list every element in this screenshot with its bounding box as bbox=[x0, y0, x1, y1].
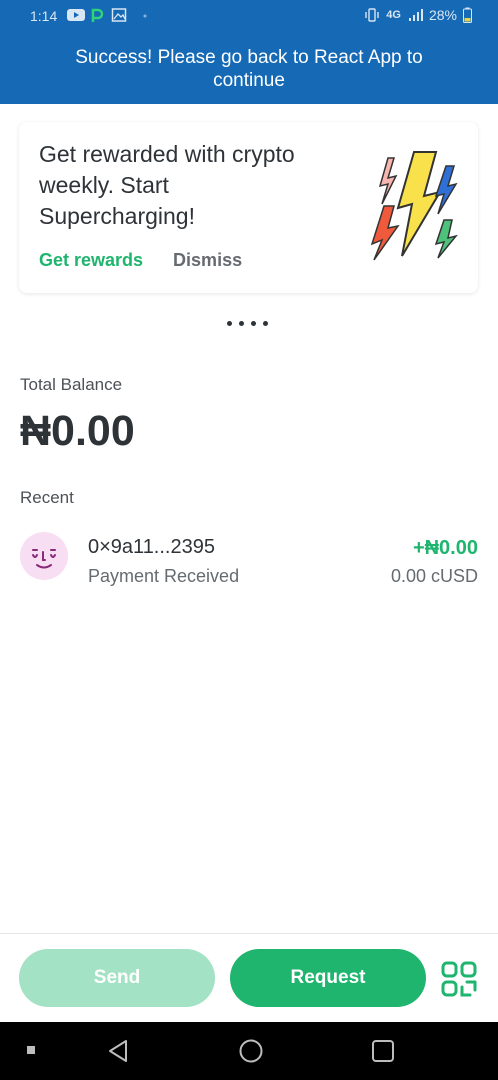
dismiss-button[interactable]: Dismiss bbox=[173, 250, 242, 271]
transaction-amount: +₦0.00 bbox=[412, 537, 478, 559]
battery-icon bbox=[463, 7, 472, 23]
bottom-divider bbox=[0, 933, 498, 934]
carousel-dot bbox=[239, 321, 244, 326]
battery-percent: 28% bbox=[428, 7, 457, 23]
vibrate-icon bbox=[365, 8, 379, 22]
send-button[interactable]: Send bbox=[19, 949, 215, 1007]
transaction-address: 0×9a11...2395 bbox=[88, 536, 215, 558]
youtube-icon bbox=[67, 9, 85, 21]
reward-card: Get rewarded with crypto weekly. Start S… bbox=[19, 122, 478, 293]
reward-card-actions: Get rewards Dismiss bbox=[39, 250, 242, 271]
total-balance-amount: ₦0.00 bbox=[20, 407, 135, 455]
status-bar: 1:14 4G 28% bbox=[0, 0, 498, 32]
avatar bbox=[20, 532, 68, 580]
status-right: 4G 28% bbox=[364, 7, 472, 23]
avatar-face-icon bbox=[32, 549, 56, 569]
status-time: 1:14 bbox=[30, 8, 58, 24]
header: 1:14 4G 28% Success! Please go back to R… bbox=[0, 0, 498, 104]
carousel-dot bbox=[251, 321, 256, 326]
recent-label: Recent bbox=[20, 488, 74, 507]
transaction-amount-cusd: 0.00 cUSD bbox=[390, 566, 478, 586]
signal-icon bbox=[408, 9, 423, 21]
transaction-description: Payment Received bbox=[88, 566, 240, 586]
success-banner: Success! Please go back to React App to … bbox=[75, 47, 423, 91]
qr-scan-icon[interactable] bbox=[441, 961, 477, 997]
back-icon[interactable] bbox=[106, 1038, 132, 1064]
reward-card-text: Get rewarded with crypto weekly. Start S… bbox=[39, 141, 295, 229]
nav-menu-dot-icon[interactable] bbox=[27, 1046, 35, 1054]
carousel-dot bbox=[263, 321, 268, 326]
request-button[interactable]: Request bbox=[230, 949, 426, 1007]
transaction-row[interactable]: 0×9a11...2395 Payment Received +₦0.00 0.… bbox=[0, 526, 498, 592]
carousel-dot bbox=[227, 321, 232, 326]
carousel-dots[interactable] bbox=[227, 321, 268, 326]
get-rewards-button[interactable]: Get rewards bbox=[39, 250, 143, 271]
p-app-icon bbox=[91, 8, 104, 22]
status-more-icon bbox=[143, 14, 147, 18]
home-icon[interactable] bbox=[238, 1038, 264, 1064]
image-icon bbox=[111, 8, 127, 22]
lightning-bolts-icon bbox=[370, 151, 459, 261]
recents-icon[interactable] bbox=[371, 1039, 395, 1063]
system-nav-bar bbox=[0, 1022, 498, 1080]
network-type: 4G bbox=[386, 9, 401, 21]
total-balance-label: Total Balance bbox=[20, 375, 123, 394]
